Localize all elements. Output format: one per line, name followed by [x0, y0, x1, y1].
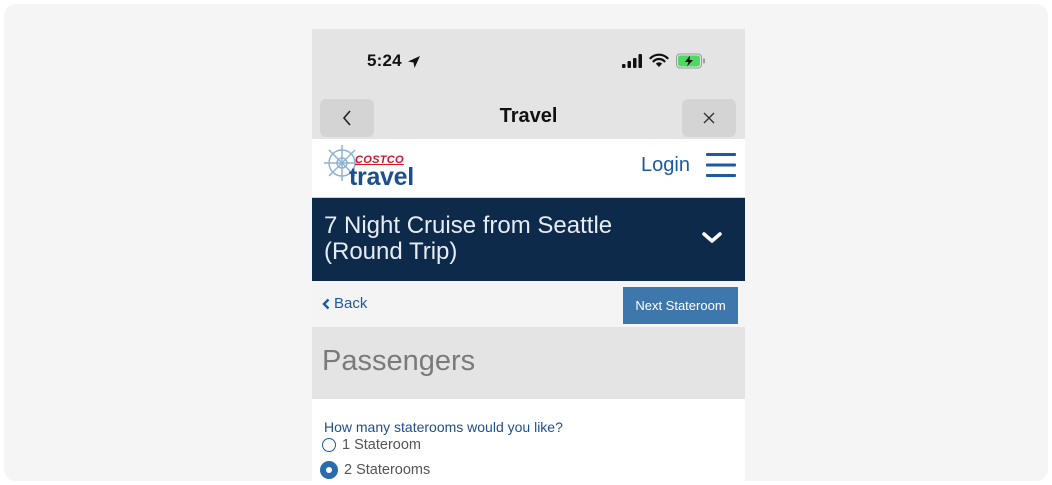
radio-label: 2 Staterooms [344, 462, 431, 478]
back-link[interactable]: Back [322, 295, 367, 312]
logo-name: travel [349, 163, 414, 191]
location-arrow-icon [408, 56, 420, 68]
site-header: COSTCO travel Login [312, 139, 745, 198]
radio-label: 1 Stateroom [342, 437, 421, 453]
radio-option-2-staterooms[interactable]: 2 Staterooms [320, 461, 431, 479]
stateroom-question: How many staterooms would you like? [324, 419, 563, 435]
action-row: Back Next Stateroom [312, 281, 745, 327]
trip-title-banner[interactable]: 7 Night Cruise from Seattle (Round Trip) [312, 198, 745, 281]
section-title: Passengers [322, 345, 476, 377]
wifi-icon [649, 53, 669, 67]
nav-bar: Travel [312, 93, 745, 139]
phone-screen: 5:24 Travel COSTCO travel Login 7 Night … [312, 29, 745, 481]
status-time: 5:24 [367, 51, 402, 70]
chevron-down-icon[interactable] [700, 230, 724, 246]
login-link[interactable]: Login [641, 154, 690, 177]
next-stateroom-button[interactable]: Next Stateroom [623, 287, 738, 324]
hamburger-menu-icon[interactable] [706, 152, 736, 178]
stateroom-form: How many staterooms would you like? 1 St… [312, 399, 745, 481]
battery-charging-icon [676, 53, 705, 69]
signal-bars-icon [622, 54, 642, 68]
radio-unchecked-icon[interactable] [322, 438, 336, 452]
section-header: Passengers [312, 327, 745, 399]
screenshot-frame: 5:24 Travel COSTCO travel Login 7 Night … [4, 4, 1048, 481]
costco-travel-logo[interactable]: COSTCO travel [322, 143, 422, 193]
radio-checked-icon[interactable] [320, 461, 338, 479]
nav-close-button[interactable] [682, 99, 736, 137]
trip-title: 7 Night Cruise from Seattle (Round Trip) [324, 212, 613, 265]
radio-option-1-stateroom[interactable]: 1 Stateroom [322, 437, 421, 453]
status-bar: 5:24 [312, 29, 745, 93]
close-icon [703, 112, 715, 124]
back-label: Back [334, 295, 368, 312]
nav-title: Travel [499, 105, 558, 127]
chevron-left-icon [322, 298, 330, 309]
